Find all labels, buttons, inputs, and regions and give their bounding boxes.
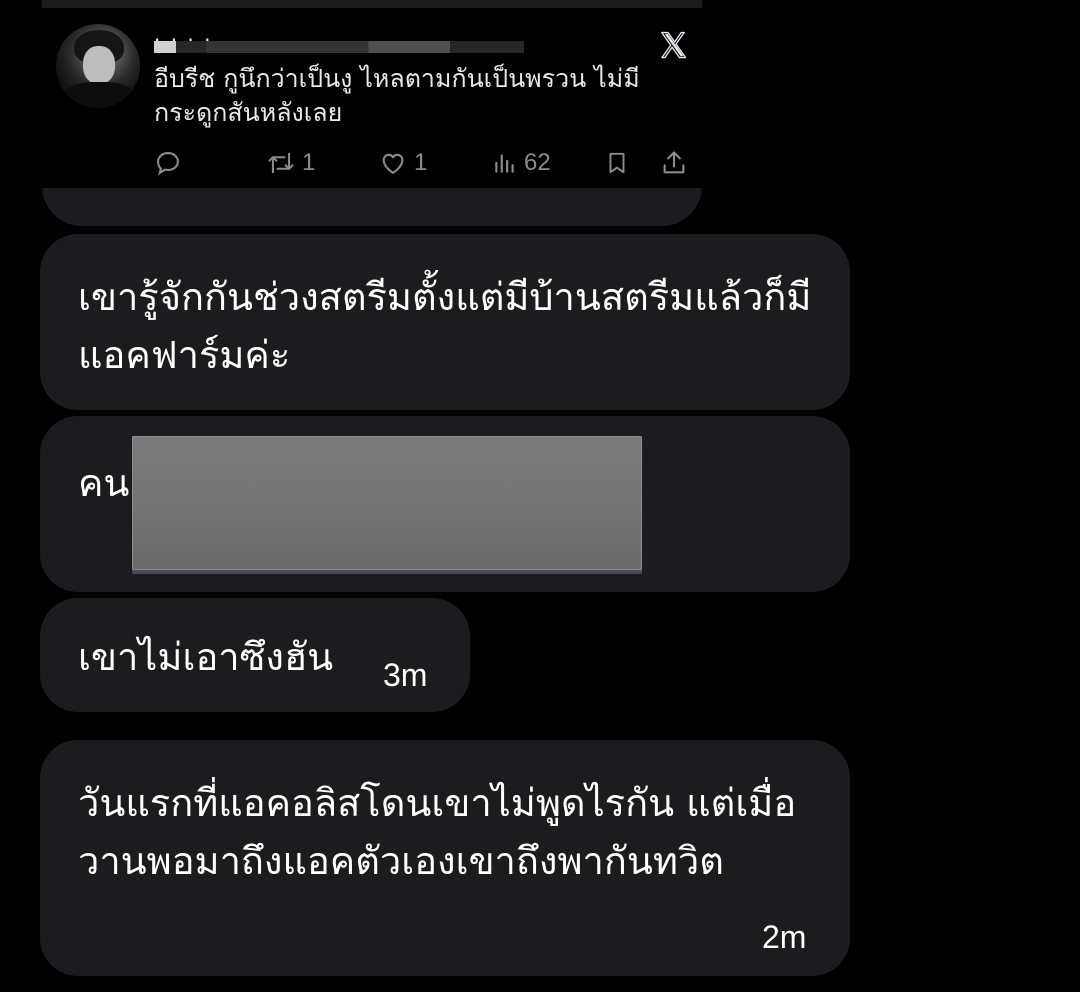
views-count: 62 [524,149,551,176]
message-bubble[interactable]: เขารู้จักกันช่วงสตรีมตั้งแต่มีบ้านสตรีมแ… [40,234,850,410]
reply-action[interactable] [154,146,188,180]
retweet-action[interactable]: 1 [266,146,315,180]
redacted-author-name [154,41,524,53]
message-text: วันแรกที่แอคอลิสโดนเขาไม่พูดไรกัน แต่เมื… [78,781,797,883]
retweet-count: 1 [302,149,316,176]
redaction-block [132,436,642,570]
bookmark-icon [609,152,625,174]
views-action[interactable]: 62 [492,146,551,180]
reply-icon [157,152,179,176]
message-bubble[interactable]: วันแรกที่แอคอลิสโดนเขาไม่พูดไรกัน แต่เมื… [40,740,850,976]
like-count: 1 [414,149,428,176]
shared-tweet-card[interactable]: · · · · อีบรีช กูนึกว่าเป็นงู ไหลตามกันเ… [42,8,702,188]
avatar[interactable] [56,24,140,108]
like-action[interactable]: 1 [378,146,427,180]
x-logo-icon [661,31,687,59]
views-icon [495,154,514,173]
message-text: เขาไม่เอาซึงฮัน [78,635,334,679]
message-text: เขารู้จักกันช่วงสตรีมตั้งแต่มีบ้านสตรีมแ… [78,275,812,377]
share-icon [663,151,685,174]
share-action[interactable] [660,146,688,180]
message-timestamp: 3m [383,657,428,693]
message-timestamp: 2m [762,919,807,955]
chat-screen: · · · · อีบรีช กูนึกว่าเป็นงู ไหลตามกันเ… [0,0,1080,992]
tweet-author-header: · · · · [154,28,534,54]
bookmark-action[interactable] [604,146,630,180]
retweet-icon [268,152,294,174]
message-bubble[interactable]: เขาไม่เอาซึงฮัน 3m [40,598,470,712]
like-icon [382,153,404,174]
tweet-text: อีบรีช กูนึกว่าเป็นงู ไหลตามกันเป็นพรวน … [154,64,640,127]
tweet-actions: 1 1 62 [154,146,694,180]
